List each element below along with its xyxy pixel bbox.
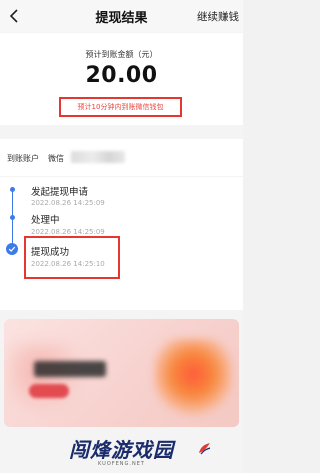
watermark-text: 闯烽游戏园 (69, 438, 174, 462)
watermark-logo-icon (199, 443, 211, 455)
back-button[interactable] (6, 8, 22, 24)
step-time: 2022.08.26 14:25:09 (31, 199, 105, 207)
withdraw-result-screen: 提现结果 继续赚钱 预计到账金额（元） 20.00 预计10分钟内到账微信钱包 … (0, 0, 243, 473)
step-title: 提现成功 (31, 247, 70, 258)
arrival-note-highlight: 预计10分钟内到账微信钱包 (59, 97, 182, 117)
account-name-masked (71, 151, 125, 163)
account-type: 微信 (48, 154, 64, 163)
account-label: 到账账户 (7, 154, 39, 163)
step-title: 发起提现申请 (31, 187, 89, 198)
step-dot (10, 215, 15, 220)
step-dot (10, 187, 15, 192)
step-complete-check-icon (6, 243, 18, 255)
top-bar: 提现结果 继续赚钱 (0, 0, 243, 32)
chevron-left-icon (9, 9, 18, 23)
promo-decoration (8, 343, 88, 413)
promo-illustration (154, 339, 232, 417)
promo-headline-blurred (34, 361, 106, 377)
continue-earning-button[interactable]: 继续赚钱 (197, 9, 239, 24)
account-row: 到账账户 微信 (0, 139, 243, 176)
watermark-subtext: KUOFENG.NET (98, 461, 145, 467)
promo-button-blurred[interactable] (29, 384, 69, 398)
progress-timeline: 发起提现申请 2022.08.26 14:25:09 处理中 2022.08.2… (0, 177, 243, 310)
promo-banner[interactable] (4, 319, 239, 427)
arrival-note: 预计10分钟内到账微信钱包 (77, 103, 164, 111)
step-title: 处理中 (31, 215, 60, 226)
expected-amount-label: 预计到账金额（元） (85, 50, 158, 59)
expected-amount-value: 20.00 (85, 63, 158, 88)
step-time: 2022.08.26 14:25:10 (31, 260, 105, 268)
step-time: 2022.08.26 14:25:09 (31, 228, 105, 236)
